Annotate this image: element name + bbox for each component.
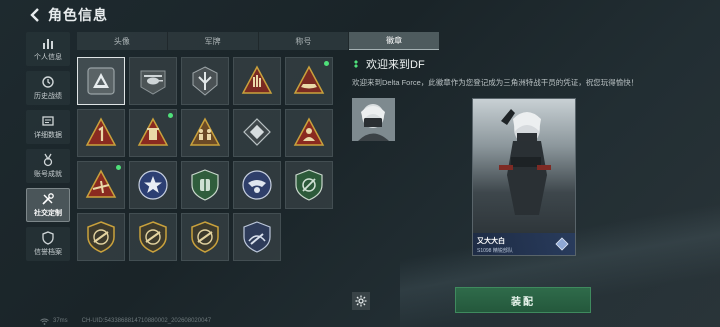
tab-dog-tag[interactable]: 军牌 (168, 32, 259, 50)
aircraft-badge-icon (85, 169, 117, 198)
rank-emblem-icon (555, 237, 569, 251)
badge-cell[interactable] (233, 57, 281, 105)
badge-detail: 欢迎来到DF 欢迎来到Delta Force，此徽章作为您登记成为三角洲特战干员… (352, 56, 692, 88)
delta-triangle-badge-icon (87, 67, 115, 95)
character-card: 又大大白 S1098 精锐部队 (472, 98, 576, 256)
sidebar-item-label: 个人信息 (34, 54, 62, 61)
badge-cell[interactable] (129, 213, 177, 261)
star-shield-badge-icon (138, 170, 168, 200)
rifle-shield-badge-2-icon (139, 221, 167, 253)
tab-title[interactable]: 称号 (259, 32, 350, 50)
badge-cell[interactable] (129, 57, 177, 105)
chevron-left-icon (30, 8, 39, 22)
category-tabs: 头像 军牌 称号 徽章 (77, 32, 439, 50)
shield-icon (42, 231, 54, 245)
sidebar-item-achievements[interactable]: 账号成就 (26, 149, 70, 183)
soldiers-badge-icon (189, 117, 221, 146)
badge-cell[interactable] (181, 213, 229, 261)
operator-figure (499, 109, 551, 215)
helicopter-badge-icon (140, 70, 166, 95)
badge-description: 欢迎来到Delta Force，此徽章作为您登记成为三角洲特战干员的凭证，祝您玩… (352, 78, 639, 87)
green-shield-badge-icon (191, 169, 219, 201)
tab-avatar[interactable]: 头像 (77, 32, 168, 50)
equip-button[interactable]: 装配 (455, 287, 591, 313)
page-title: 角色信息 (48, 7, 108, 23)
sidebar: 个人信息 历史战绩 详细数据 账号成就 社交定制 信誉档案 (26, 32, 70, 266)
sidebar-item-label: 账号成就 (34, 171, 62, 178)
sidebar-item-detailed-data[interactable]: 详细数据 (26, 110, 70, 144)
medal-icon (43, 153, 53, 167)
sidebar-item-label: 社交定制 (34, 210, 62, 217)
ping-value: 37ms (53, 318, 68, 324)
status-footer: 37ms CH-UID:5433868814710880002_20260802… (0, 315, 720, 327)
sidebar-item-label: 详细数据 (34, 132, 62, 139)
hand-sign-badge-icon (241, 65, 273, 94)
badge-grid (77, 57, 339, 261)
badge-title: 欢迎来到DF (366, 59, 425, 71)
top-bar: 角色信息 (0, 0, 720, 30)
sidebar-item-label: 信誉档案 (34, 249, 62, 256)
operator-avatar (352, 98, 395, 141)
tools-icon (42, 193, 54, 205)
gear-icon (355, 295, 367, 307)
badge-cell[interactable] (77, 161, 125, 209)
sidebar-item-personal-info[interactable]: 个人信息 (26, 32, 70, 66)
new-indicator (168, 113, 173, 118)
new-indicator (324, 61, 329, 66)
badge-cell[interactable] (233, 213, 281, 261)
badge-cell[interactable] (77, 213, 125, 261)
number-one-badge-icon (85, 117, 117, 146)
wifi-icon (40, 318, 49, 325)
sidebar-item-history[interactable]: 历史战绩 (26, 71, 70, 105)
boat-triangle-badge-icon (293, 65, 325, 94)
diamond-emblem-badge-icon (243, 118, 271, 146)
new-indicator (116, 165, 121, 170)
badge-detail-header: 欢迎来到DF (352, 56, 692, 72)
badge-cell[interactable] (181, 57, 229, 105)
history-icon (42, 76, 54, 88)
sidebar-item-credit-record[interactable]: 信誉档案 (26, 227, 70, 261)
data-icon (42, 116, 54, 126)
badge-cell[interactable] (77, 109, 125, 157)
badge-cell[interactable] (129, 161, 177, 209)
diamond-icon (354, 60, 358, 68)
wings-arrow-badge-icon (192, 66, 218, 96)
tab-badge[interactable]: 徽章 (349, 32, 439, 50)
badge-cell[interactable] (233, 161, 281, 209)
sidebar-item-social-custom[interactable]: 社交定制 (26, 188, 70, 222)
rifle-shield-badge-3-icon (191, 221, 219, 253)
rifle-shield-badge-1-icon (87, 221, 115, 253)
back-button[interactable] (26, 6, 44, 24)
badge-cell[interactable] (77, 57, 125, 105)
green-crest-badge-icon (295, 169, 323, 201)
bust-triangle-badge-icon (293, 117, 325, 146)
badge-cell[interactable] (129, 109, 177, 157)
bar-chart-icon (43, 39, 53, 49)
eagle-shield-badge-icon (242, 170, 272, 200)
tower-badge-icon (137, 117, 169, 146)
badge-cell[interactable] (181, 109, 229, 157)
laurel-shield-badge-icon (243, 221, 271, 253)
badge-cell[interactable] (285, 161, 333, 209)
user-id: CH-UID:5433868814710880002_202608020047 (81, 318, 212, 324)
badge-cell[interactable] (181, 161, 229, 209)
badge-cell[interactable] (285, 57, 333, 105)
settings-button[interactable] (352, 292, 370, 310)
badge-cell[interactable] (233, 109, 281, 157)
sidebar-item-label: 历史战绩 (34, 93, 62, 100)
badge-cell[interactable] (285, 109, 333, 157)
